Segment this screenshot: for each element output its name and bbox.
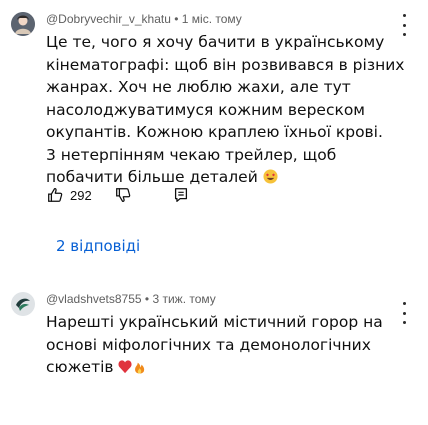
comment-time[interactable]: 1 міс. тому — [182, 12, 242, 26]
emoji-icon — [263, 168, 278, 191]
thumb-down-icon[interactable] — [114, 186, 132, 204]
view-replies-link[interactable]: 2 відповіді — [56, 237, 140, 255]
reply-icon[interactable] — [172, 186, 190, 204]
comment-text-content: Нарешті український містичний горор на о… — [46, 313, 383, 376]
comment-author[interactable]: @Dobryvechir_v_khatu — [46, 12, 171, 26]
thumb-up-icon[interactable] — [46, 186, 64, 204]
comment-text: Це те, чого я хочу бачити в українському… — [46, 31, 406, 191]
meta-separator: • — [174, 12, 179, 26]
avatar[interactable] — [11, 292, 35, 316]
comment-text-content: Це те, чого я хочу бачити в українському… — [46, 33, 405, 186]
meta-separator: • — [144, 292, 150, 306]
comment-time[interactable]: 3 тиж. тому — [152, 292, 215, 306]
comment-text: Нарешті український містичний горор на о… — [46, 311, 406, 381]
heart-fire-icon — [118, 358, 148, 381]
comment-meta: @Dobryvechir_v_khatu • 1 міс. тому — [46, 12, 242, 26]
comment-1: @Dobryvechir_v_khatu • 1 міс. тому Це те… — [0, 0, 428, 280]
comment-meta: @vladshvets8755 • 3 тиж. тому — [46, 292, 216, 306]
comment-2: @vladshvets8755 • 3 тиж. тому Нарешті ук… — [0, 280, 428, 425]
avatar[interactable] — [11, 12, 35, 36]
comment-author[interactable]: @vladshvets8755 — [46, 292, 142, 306]
avatar-icon — [11, 292, 35, 316]
comment-actions: 292 — [46, 183, 190, 207]
avatar-icon — [11, 12, 35, 36]
like-count: 292 — [70, 187, 92, 203]
